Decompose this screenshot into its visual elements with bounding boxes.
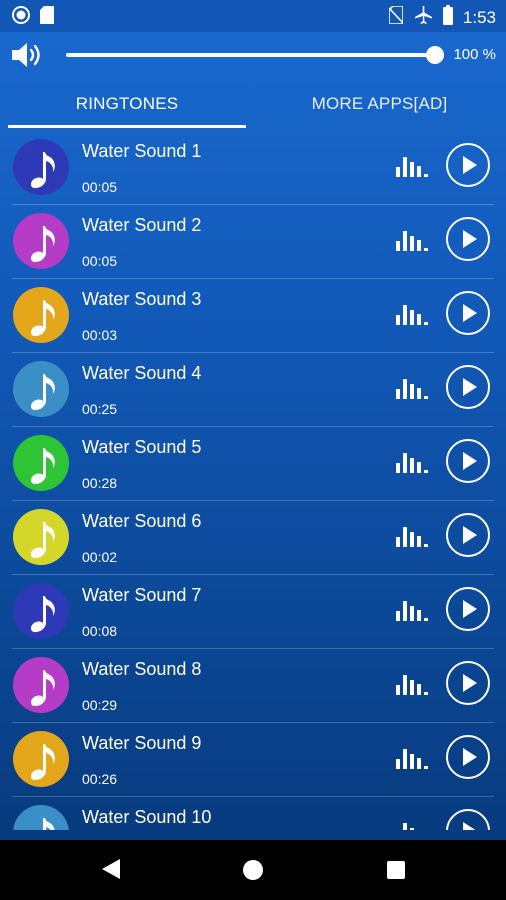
ringtone-row[interactable]: Water Sound 2 00:05: [0, 205, 506, 279]
music-note-icon: [13, 139, 69, 195]
volume-slider-thumb[interactable]: [426, 46, 444, 64]
ringtone-title: Water Sound 7: [82, 585, 202, 605]
music-note-icon: [13, 213, 69, 269]
music-note-icon: [13, 509, 69, 565]
play-button[interactable]: [446, 217, 490, 261]
equalizer-icon[interactable]: [396, 375, 428, 404]
sd-card-icon: [40, 6, 54, 29]
speaker-icon[interactable]: [10, 40, 46, 75]
tab-more-apps[interactable]: MORE APPS[AD]: [253, 80, 506, 128]
play-icon: [463, 600, 477, 618]
ringtone-title: Water Sound 5: [82, 437, 202, 457]
airplane-icon: [413, 5, 433, 30]
back-icon[interactable]: [101, 858, 121, 885]
music-note-icon: [13, 287, 69, 343]
ringtone-duration: 00:05: [82, 253, 118, 269]
music-note-icon: [13, 805, 69, 830]
play-icon: [463, 748, 477, 766]
ringtone-row[interactable]: Water Sound 5 00:28: [0, 427, 506, 501]
ringtone-row[interactable]: Water Sound 3 00:03: [0, 279, 506, 353]
play-button[interactable]: [446, 735, 490, 779]
play-icon: [463, 674, 477, 692]
play-icon: [463, 526, 477, 544]
ringtone-list: Water Sound 1 00:05 Water Sound 2 00:05: [0, 131, 506, 830]
play-icon: [463, 304, 477, 322]
play-button[interactable]: [446, 291, 490, 335]
ringtone-title: Water Sound 3: [82, 289, 202, 309]
tab-bar: RINGTONES MORE APPS[AD]: [0, 80, 506, 130]
ringtone-duration: 00:28: [82, 475, 118, 491]
equalizer-icon[interactable]: [396, 819, 428, 830]
ringtone-title: Water Sound 6: [82, 511, 202, 531]
status-bar: 1:53: [0, 0, 506, 32]
navigation-bar: [0, 840, 506, 900]
ringtone-title: Water Sound 2: [82, 215, 202, 235]
volume-slider[interactable]: [66, 53, 436, 57]
play-button[interactable]: [446, 587, 490, 631]
recent-apps-icon[interactable]: [387, 861, 405, 879]
status-time: 1:53: [462, 7, 496, 27]
ringtone-row[interactable]: Water Sound 4 00:25: [0, 353, 506, 427]
ringtone-row[interactable]: Water Sound 7 00:08: [0, 575, 506, 649]
play-button[interactable]: [446, 365, 490, 409]
equalizer-icon[interactable]: [396, 597, 428, 626]
ringtone-duration: 00:03: [82, 327, 118, 343]
ringtone-row[interactable]: Water Sound 1 00:05: [0, 131, 506, 205]
ringtone-row[interactable]: Water Sound 10: [0, 797, 506, 830]
ringtone-duration: 00:02: [82, 549, 118, 565]
tab-ringtones[interactable]: RINGTONES: [8, 80, 246, 128]
equalizer-icon[interactable]: [396, 227, 428, 256]
volume-percent: 100 %: [453, 46, 496, 63]
music-note-icon: [13, 657, 69, 713]
play-button[interactable]: [446, 513, 490, 557]
music-note-icon: [13, 583, 69, 639]
ringtone-title: Water Sound 1: [82, 141, 202, 161]
ringtone-duration: 00:26: [82, 771, 118, 787]
ringtone-title: Water Sound 8: [82, 659, 202, 679]
music-note-icon: [13, 435, 69, 491]
music-note-icon: [13, 361, 69, 417]
equalizer-icon[interactable]: [396, 745, 428, 774]
play-icon: [463, 156, 477, 174]
ringtone-duration: 00:05: [82, 179, 118, 195]
no-sim-icon: [388, 5, 404, 29]
equalizer-icon[interactable]: [396, 449, 428, 478]
play-icon: [463, 822, 477, 830]
ringtone-duration: 00:29: [82, 697, 118, 713]
equalizer-icon[interactable]: [396, 153, 428, 182]
circle-notification-icon: [12, 6, 30, 29]
equalizer-icon[interactable]: [396, 671, 428, 700]
play-button[interactable]: [446, 143, 490, 187]
play-button[interactable]: [446, 809, 490, 830]
play-icon: [463, 230, 477, 248]
ringtone-title: Water Sound 4: [82, 363, 202, 383]
battery-icon: [442, 5, 453, 30]
tab-selected-indicator: [8, 125, 246, 128]
ringtone-duration: 00:08: [82, 623, 118, 639]
play-icon: [463, 452, 477, 470]
ringtone-duration: 00:25: [82, 401, 118, 417]
ringtone-row[interactable]: Water Sound 6 00:02: [0, 501, 506, 575]
ringtone-row[interactable]: Water Sound 8 00:29: [0, 649, 506, 723]
play-icon: [463, 378, 477, 396]
volume-control: 100 %: [0, 32, 506, 78]
play-button[interactable]: [446, 439, 490, 483]
ringtone-row[interactable]: Water Sound 9 00:26: [0, 723, 506, 797]
app-screen: 1:53 100 % RINGTONES MORE APPS[AD] Water: [0, 0, 506, 900]
music-note-icon: [13, 731, 69, 787]
home-icon[interactable]: [243, 860, 263, 880]
ringtone-title: Water Sound 10: [82, 807, 212, 827]
ringtone-title: Water Sound 9: [82, 733, 202, 753]
play-button[interactable]: [446, 661, 490, 705]
equalizer-icon[interactable]: [396, 301, 428, 330]
equalizer-icon[interactable]: [396, 523, 428, 552]
